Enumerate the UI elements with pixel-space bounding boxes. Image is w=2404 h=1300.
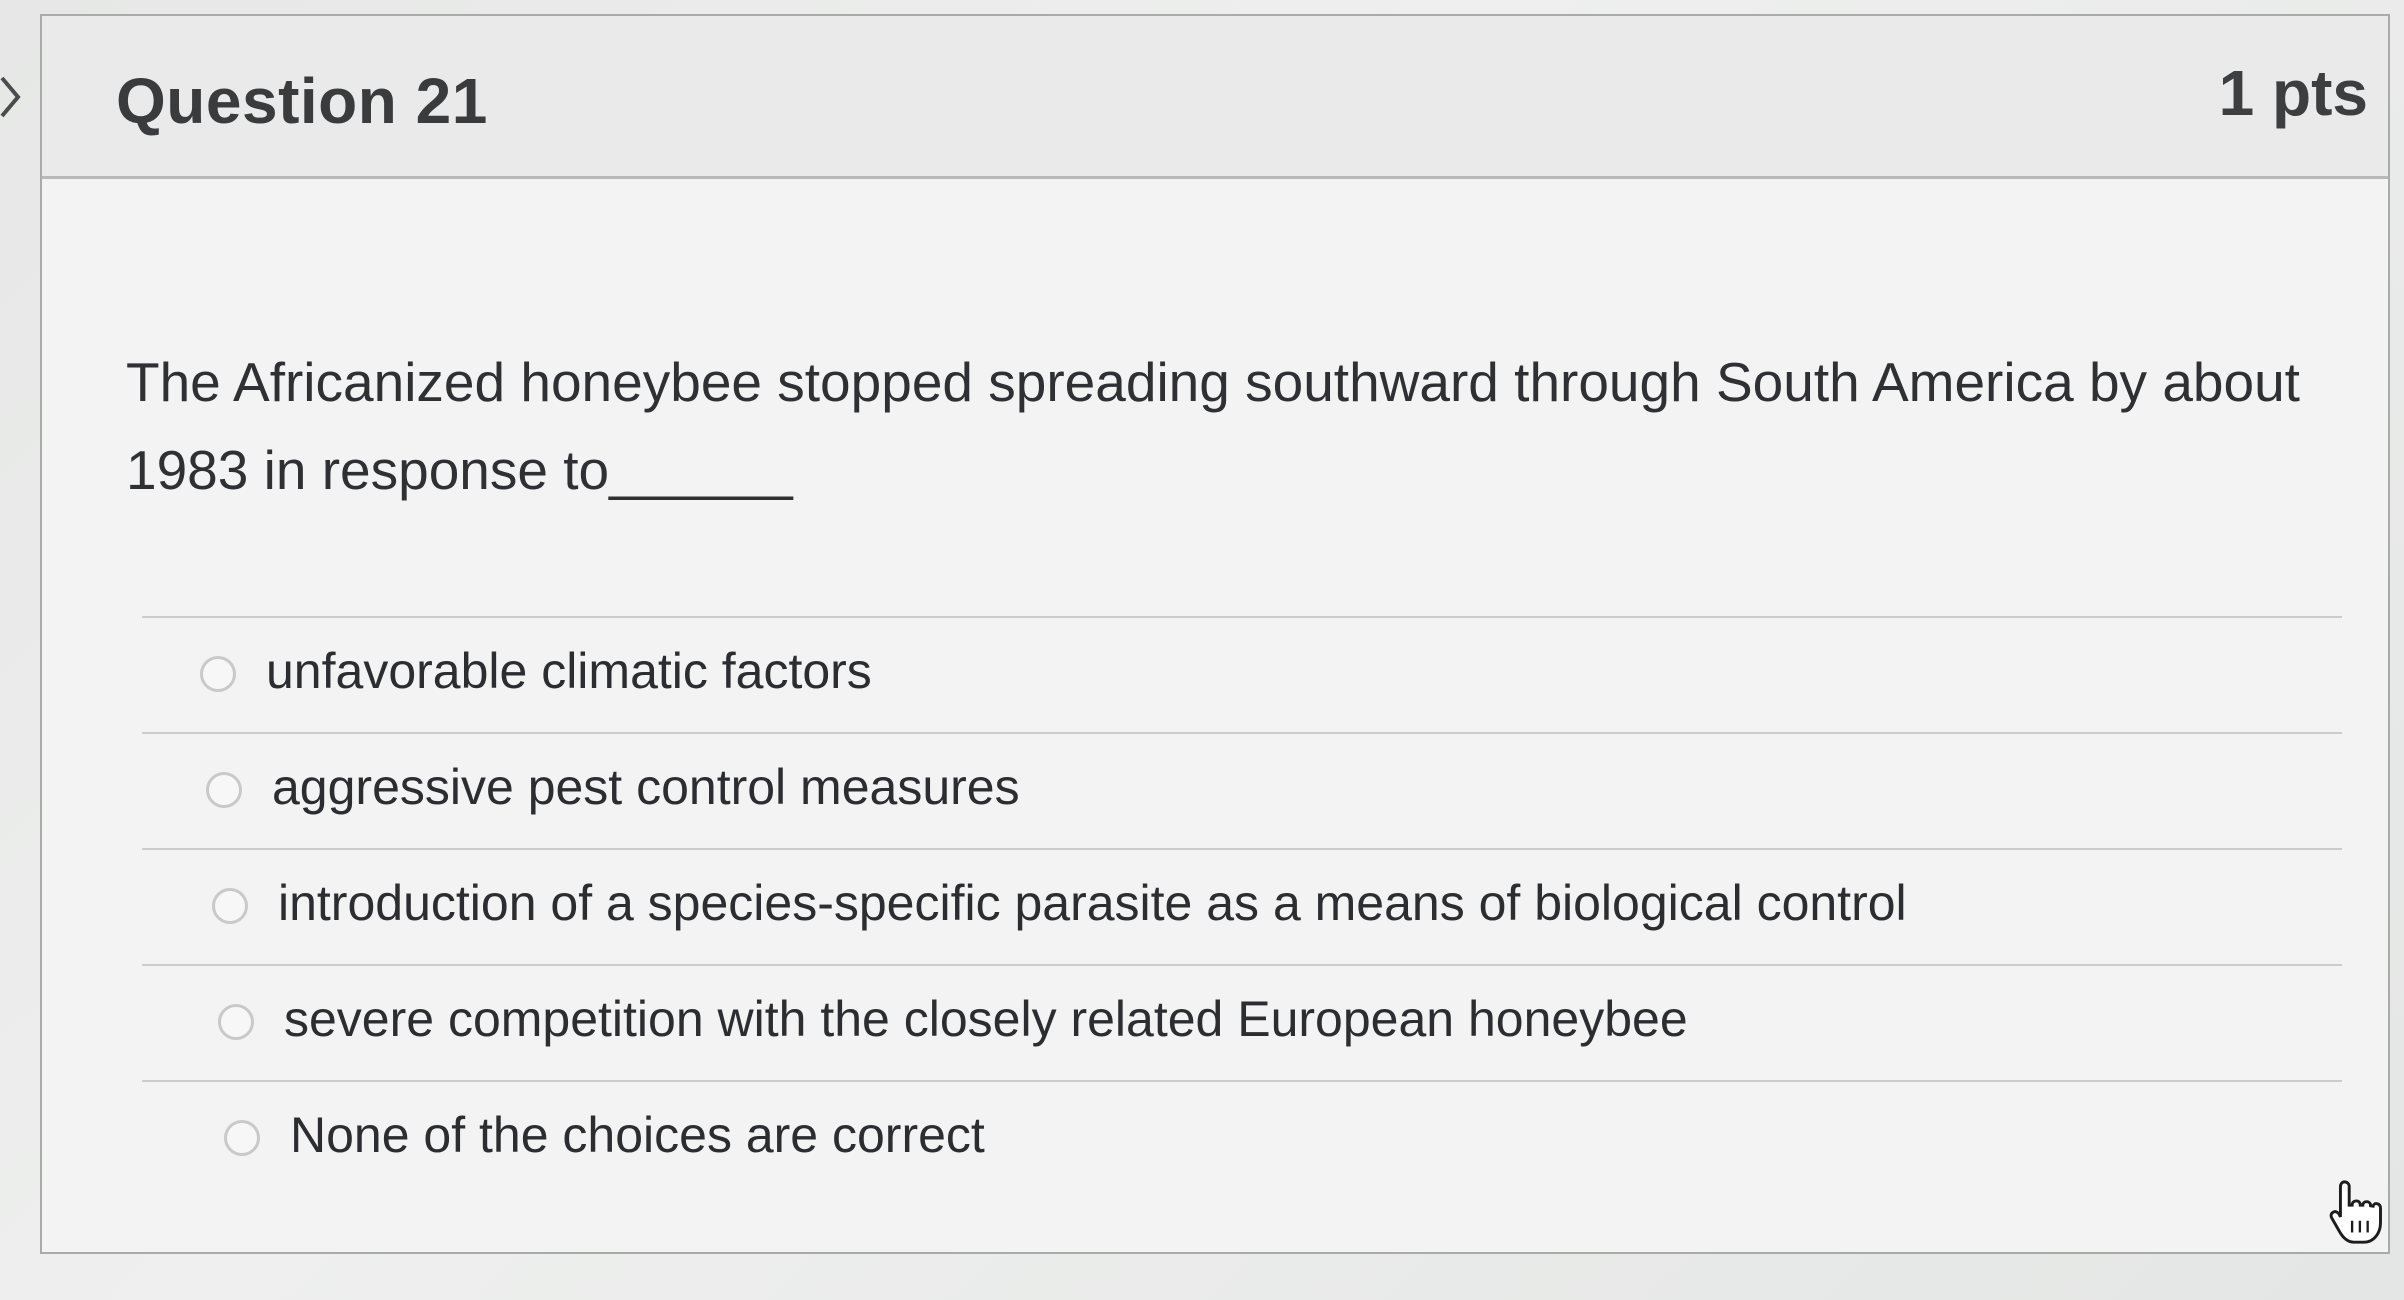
answer-label[interactable]: severe competition with the closely rela… bbox=[284, 990, 1688, 1048]
radio-button[interactable] bbox=[212, 888, 248, 924]
question-title: Question 21 bbox=[116, 65, 488, 137]
question-card: Question 21 1 pts The Africanized honeyb… bbox=[40, 14, 2390, 1254]
answer-label[interactable]: unfavorable climatic factors bbox=[266, 642, 872, 700]
question-points: 1 pts bbox=[2218, 57, 2368, 129]
hand-pointer-icon bbox=[2329, 1180, 2382, 1244]
answer-option[interactable]: severe competition with the closely rela… bbox=[142, 964, 2342, 1080]
radio-button[interactable] bbox=[206, 772, 242, 808]
answer-label[interactable]: aggressive pest control measures bbox=[272, 758, 1020, 816]
chevron-right-icon[interactable] bbox=[0, 72, 22, 122]
radio-button[interactable] bbox=[224, 1120, 260, 1156]
question-text: The Africanized honeybee stopped spreadi… bbox=[126, 351, 2300, 501]
answer-option[interactable]: aggressive pest control measures bbox=[142, 732, 2342, 848]
answer-list: unfavorable climatic factors aggressive … bbox=[142, 616, 2342, 1196]
answer-option[interactable]: None of the choices are correct bbox=[142, 1080, 2342, 1196]
question-header: Question 21 1 pts bbox=[42, 16, 2388, 179]
answer-option[interactable]: unfavorable climatic factors bbox=[142, 616, 2342, 732]
radio-button[interactable] bbox=[200, 656, 236, 692]
answer-option[interactable]: introduction of a species-specific paras… bbox=[142, 848, 2342, 964]
quiz-page: Question 21 1 pts The Africanized honeyb… bbox=[0, 0, 2404, 1300]
answer-label[interactable]: None of the choices are correct bbox=[290, 1106, 985, 1164]
answer-label[interactable]: introduction of a species-specific paras… bbox=[278, 874, 1907, 932]
radio-button[interactable] bbox=[218, 1004, 254, 1040]
